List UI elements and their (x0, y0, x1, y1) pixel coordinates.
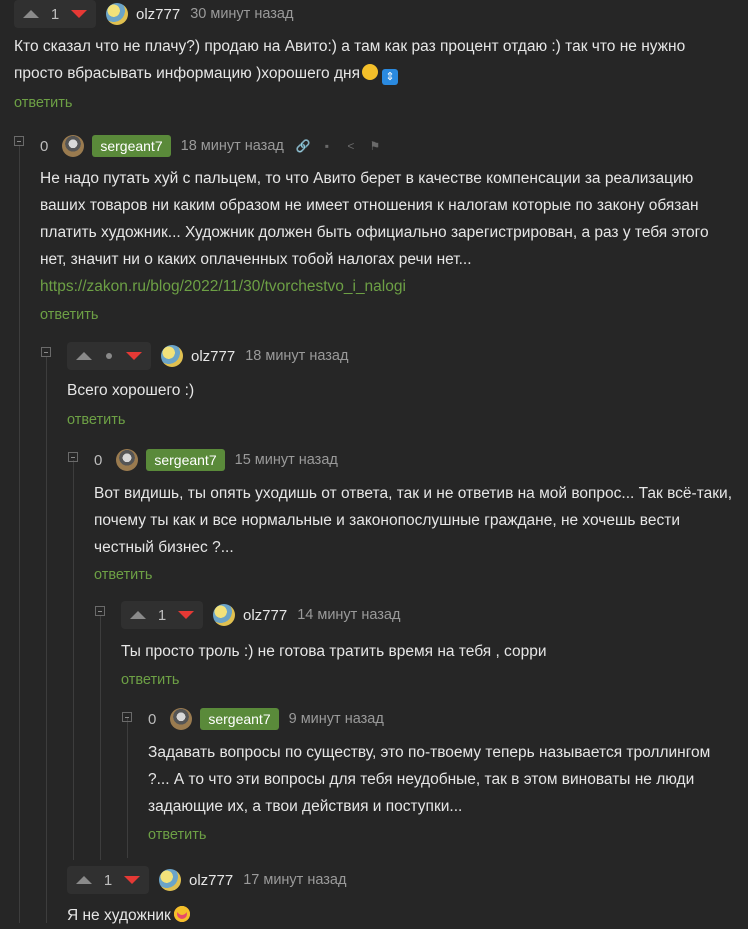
comment-rating: 0 (40, 137, 49, 155)
author-name[interactable]: sergeant7 (92, 135, 171, 157)
up-down-arrow-icon: ⇕ (381, 69, 398, 85)
save-icon[interactable]: ▪ (320, 139, 334, 153)
minus-square-icon[interactable] (68, 452, 78, 462)
author-name[interactable]: olz777 (243, 607, 287, 624)
link-icon[interactable]: 🔗 (296, 139, 311, 153)
upvote-icon[interactable] (69, 342, 99, 370)
thread-line (127, 718, 128, 858)
avatar[interactable] (170, 708, 193, 730)
comment-header: 1 olz777 17 минут назад (67, 866, 346, 894)
author-name[interactable]: olz777 (136, 6, 180, 23)
comment-time[interactable]: 9 минут назад (289, 711, 384, 727)
author-name[interactable]: sergeant7 (146, 449, 225, 471)
comment-header: 1 olz777 30 минут назад (14, 0, 293, 28)
comment-time[interactable]: 15 минут назад (235, 452, 338, 468)
comment-rating: 1 (103, 871, 113, 889)
downvote-icon[interactable] (171, 601, 201, 629)
comment-body: Ты просто троль :) не готова тратить вре… (121, 643, 547, 660)
author-name[interactable]: olz777 (189, 872, 233, 889)
comment-time[interactable]: 18 минут назад (245, 348, 348, 364)
reply-link[interactable]: ответить (121, 672, 179, 688)
comment-body: Задавать вопросы по существу, это по-тво… (148, 744, 711, 815)
comment-rating: 1 (157, 606, 167, 624)
comment-header: 0 sergeant7 15 минут назад (94, 446, 338, 474)
comment-text: Вот видишь, ты опять уходишь от ответа, … (94, 480, 739, 561)
vote-box: 1 (67, 866, 149, 894)
comment-time[interactable]: 30 минут назад (190, 6, 293, 22)
comment-time[interactable]: 14 минут назад (297, 607, 400, 623)
thread-line (46, 357, 47, 923)
smiling-face-with-hearts-icon (173, 906, 190, 922)
comment-rating: 0 (148, 710, 157, 728)
comment-header: olz777 18 минут назад (67, 342, 348, 370)
comment-time[interactable]: 18 минут назад (181, 138, 284, 154)
avatar[interactable] (106, 3, 128, 25)
rating-hidden-dot (106, 353, 112, 359)
thread-line (19, 146, 20, 923)
comment-text: Я не художник (67, 902, 727, 929)
comment-text: Не надо путать хуй с пальцем, то что Ави… (40, 165, 730, 300)
minus-square-icon[interactable] (41, 347, 51, 357)
thread-line (73, 460, 74, 860)
upvote-icon[interactable] (69, 866, 99, 894)
comment-rating: 0 (94, 451, 103, 469)
avatar[interactable] (161, 345, 183, 367)
vote-box: 1 (14, 0, 96, 28)
upvote-icon[interactable] (16, 0, 46, 28)
comment-text: Задавать вопросы по существу, это по-тво… (148, 739, 733, 820)
reply-link[interactable]: ответить (94, 567, 152, 583)
avatar[interactable] (159, 869, 181, 891)
comment-body: Вот видишь, ты опять уходишь от ответа, … (94, 485, 732, 556)
upvote-icon[interactable] (123, 601, 153, 629)
reply-link[interactable]: ответить (148, 827, 206, 843)
flag-icon[interactable]: ⚑ (368, 139, 382, 153)
vote-box (67, 342, 151, 370)
comment-body: Не надо путать хуй с пальцем, то что Ави… (40, 170, 709, 268)
avatar[interactable] (213, 604, 235, 626)
downvote-icon[interactable] (119, 342, 149, 370)
share-icon[interactable]: < (344, 139, 358, 153)
comment-tools: 🔗 ▪ < ⚑ (296, 139, 382, 153)
downvote-icon[interactable] (64, 0, 94, 28)
comment-text: Кто сказал что не плачу?) продаю на Авит… (14, 33, 734, 87)
author-name[interactable]: sergeant7 (200, 708, 279, 730)
comment-time[interactable]: 17 минут назад (243, 872, 346, 888)
reply-link[interactable]: ответить (14, 95, 72, 111)
reply-link[interactable]: ответить (40, 307, 98, 323)
author-name[interactable]: olz777 (191, 348, 235, 365)
minus-square-icon[interactable] (122, 712, 132, 722)
comment-body: Всего хорошего :) (67, 382, 195, 399)
minus-square-icon[interactable] (95, 606, 105, 616)
avatar[interactable] (62, 135, 85, 157)
comment-header: 1 olz777 14 минут назад (121, 601, 400, 629)
comment-text: Ты просто троль :) не готова тратить вре… (121, 638, 731, 665)
vote-box: 1 (121, 601, 203, 629)
reply-link[interactable]: ответить (67, 412, 125, 428)
comment-body: Кто сказал что не плачу?) продаю на Авит… (14, 38, 686, 82)
comment-text: Всего хорошего :) (67, 377, 727, 404)
emoji-icon (361, 64, 378, 80)
comment-rating: 1 (50, 5, 60, 23)
external-link[interactable]: https://zakon.ru/blog/2022/11/30/tvorche… (40, 278, 406, 295)
comment-header: 0 sergeant7 18 минут назад 🔗 ▪ < ⚑ (40, 132, 382, 160)
avatar[interactable] (116, 449, 139, 471)
thread-line (100, 615, 101, 860)
minus-square-icon[interactable] (14, 136, 24, 146)
comment-header: 0 sergeant7 9 минут назад (148, 705, 384, 733)
downvote-icon[interactable] (117, 866, 147, 894)
comment-body: Я не художник (67, 907, 171, 924)
